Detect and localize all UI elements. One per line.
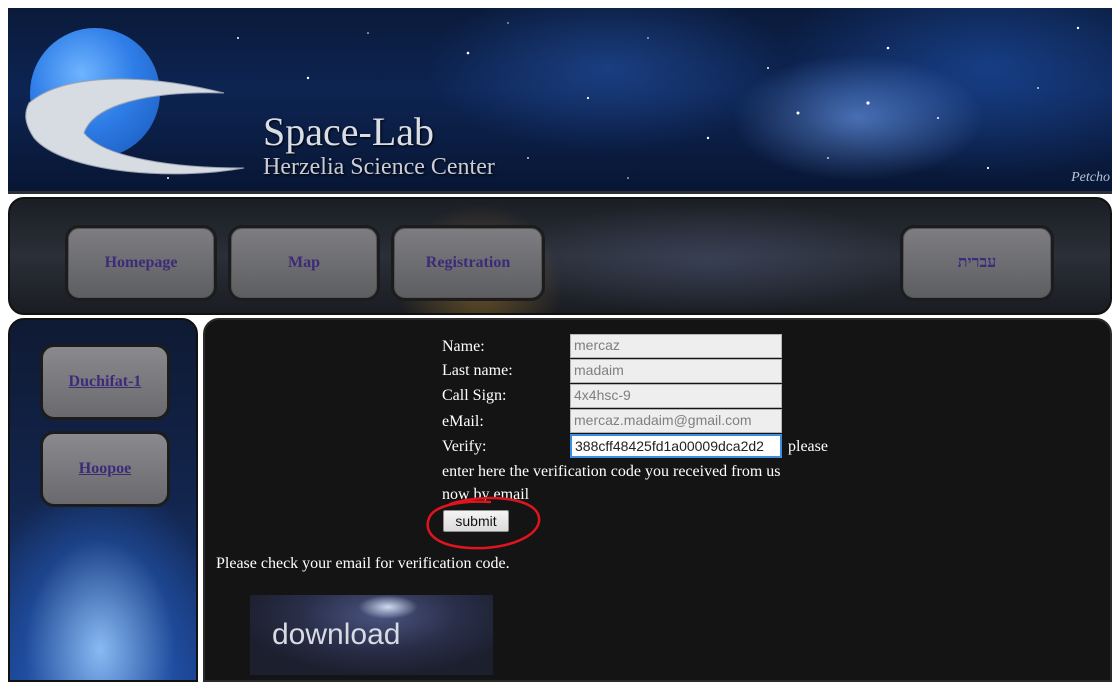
download-button[interactable]: download [250,595,493,675]
call-sign-field[interactable]: 4x4hsc-9 [570,384,782,408]
site-title: Space-Lab [263,109,435,154]
logo-swoosh-icon [25,78,245,175]
nav-language-hebrew-button[interactable]: עברית [900,225,1054,301]
sidebar-item-hoopoe[interactable]: Hoopoe [40,431,170,507]
nav-map-button[interactable]: Map [228,225,380,301]
site-subtitle: Herzelia Science Center [263,154,495,180]
email-label: eMail: [442,413,484,430]
last-name-label: Last name: [442,362,513,379]
download-label: download [272,618,401,651]
sidebar-item-duchifat[interactable]: Duchifat-1 [40,344,170,420]
top-navigation: Homepage Map Registration עברית [8,197,1112,315]
verify-hint-please: please [788,438,828,455]
nav-homepage-button[interactable]: Homepage [65,225,217,301]
name-field[interactable]: mercaz [570,334,782,358]
verify-hint-line: enter here the verification code you rec… [442,463,781,480]
name-label: Name: [442,338,485,355]
verification-message: Please check your email for verification… [216,555,510,572]
verify-code-field[interactable]: 388cff48425fd1a00009dca2d2 [570,434,782,458]
artist-credit: Petcho [1071,170,1110,185]
email-field[interactable]: mercaz.madaim@gmail.com [570,409,782,433]
download-glow [358,595,418,619]
nav-registration-button[interactable]: Registration [391,225,545,301]
call-sign-label: Call Sign: [442,387,507,404]
sidebar: Duchifat-1 Hoopoe [8,318,198,682]
last-name-field[interactable]: madaim [570,359,782,383]
red-circle-annotation [426,496,541,550]
site-header: Space-Lab Herzelia Science Center Petcho [8,8,1112,194]
verify-label: Verify: [442,438,487,455]
